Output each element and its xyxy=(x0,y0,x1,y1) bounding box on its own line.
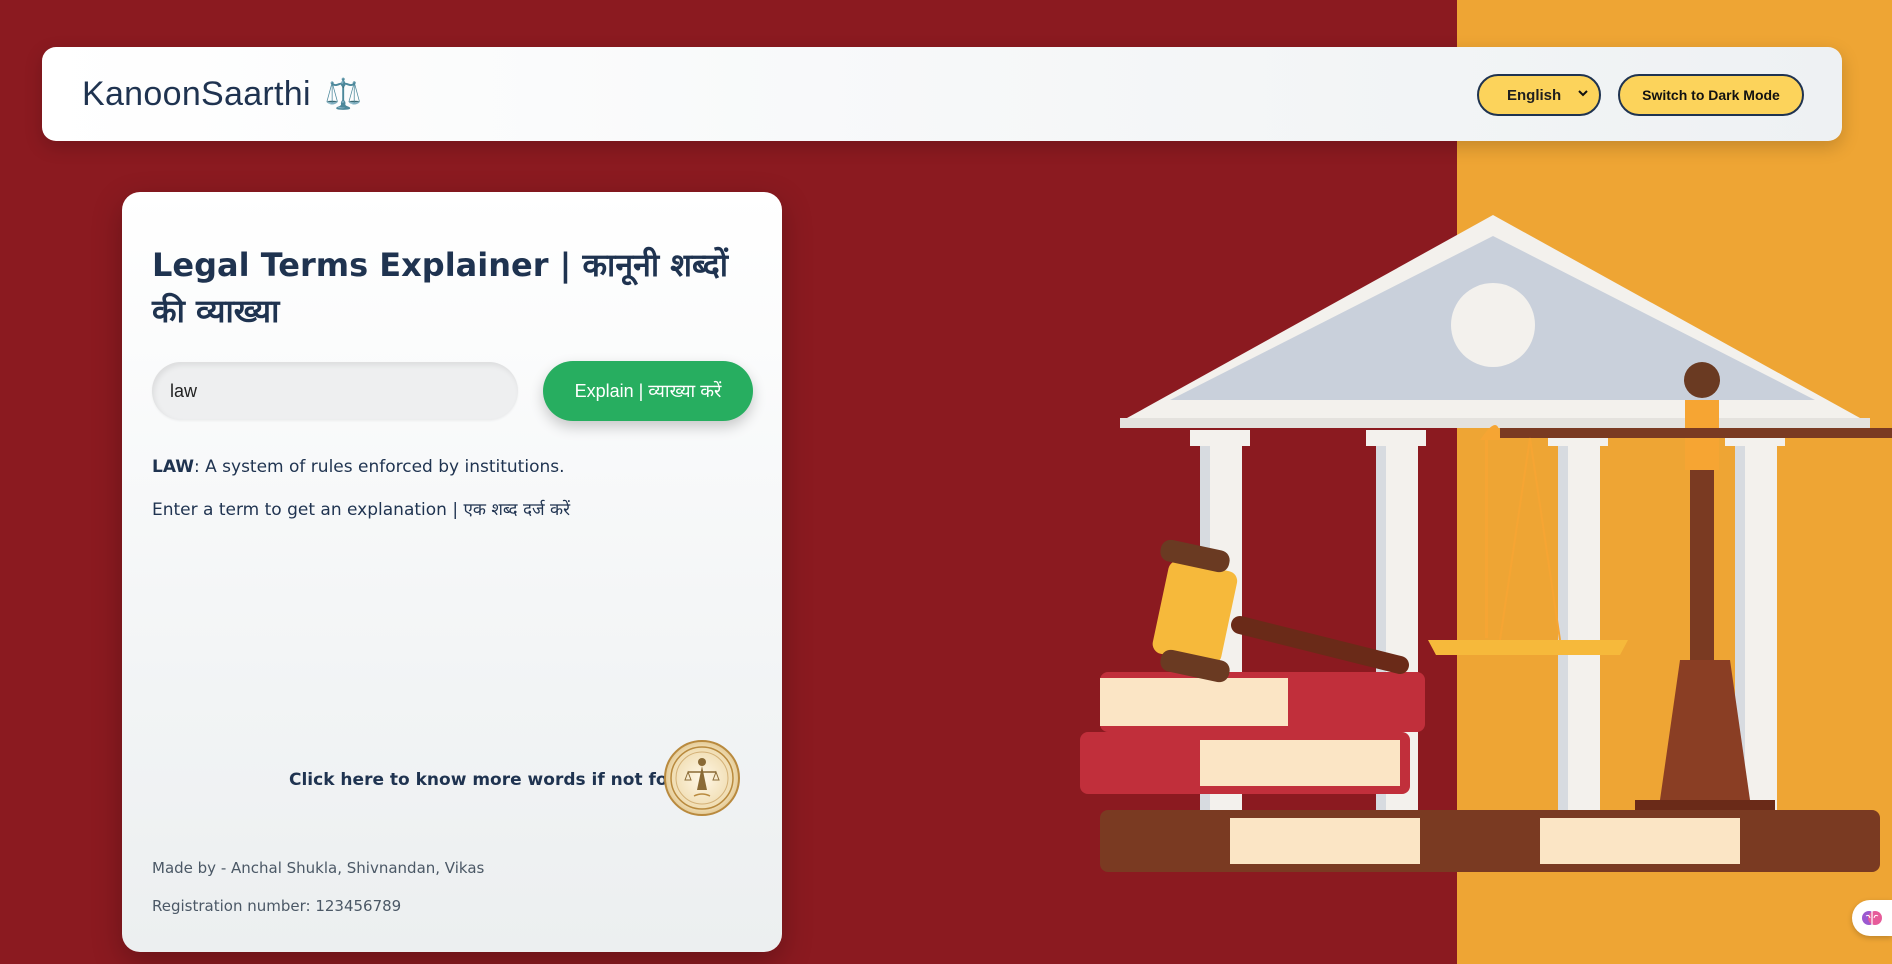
brand-name: KanoonSaarthi xyxy=(82,74,311,113)
courthouse-illustration xyxy=(1080,215,1892,872)
lady-justice-seal-icon[interactable] xyxy=(664,740,740,816)
explain-button[interactable]: Explain | व्याख्या करें xyxy=(543,361,753,421)
explainer-title: Legal Terms Explainer | कानूनी शब्दों की… xyxy=(152,246,728,330)
top-navbar: KanoonSaarthi ⚖️ English Switch to Dark … xyxy=(42,47,1842,141)
more-words-link[interactable]: Click here to know more words if not fou… xyxy=(289,770,711,790)
dark-mode-toggle-button[interactable]: Switch to Dark Mode xyxy=(1618,74,1804,116)
result-term: LAW xyxy=(152,457,194,477)
scales-icon: ⚖️ xyxy=(324,77,363,111)
hint-text: Enter a term to get an explanation | एक … xyxy=(152,500,571,520)
language-selected: English xyxy=(1507,86,1562,104)
brain-icon[interactable] xyxy=(1852,900,1892,936)
result-text: LAW: A system of rules enforced by insti… xyxy=(152,457,565,477)
term-input[interactable]: law xyxy=(152,362,518,420)
chevron-down-icon xyxy=(1577,87,1589,102)
credit-text: Made by - Anchal Shukla, Shivnandan, Vik… xyxy=(152,859,485,877)
result-definition: : A system of rules enforced by institut… xyxy=(193,457,565,477)
brand[interactable]: KanoonSaarthi ⚖️ xyxy=(82,47,363,141)
registration-text: Registration number: 123456789 xyxy=(152,897,402,915)
language-select[interactable]: English xyxy=(1477,74,1601,116)
term-input-value: law xyxy=(170,380,198,401)
explainer-card: Legal Terms Explainer | कानूनी शब्दों की… xyxy=(122,192,782,952)
